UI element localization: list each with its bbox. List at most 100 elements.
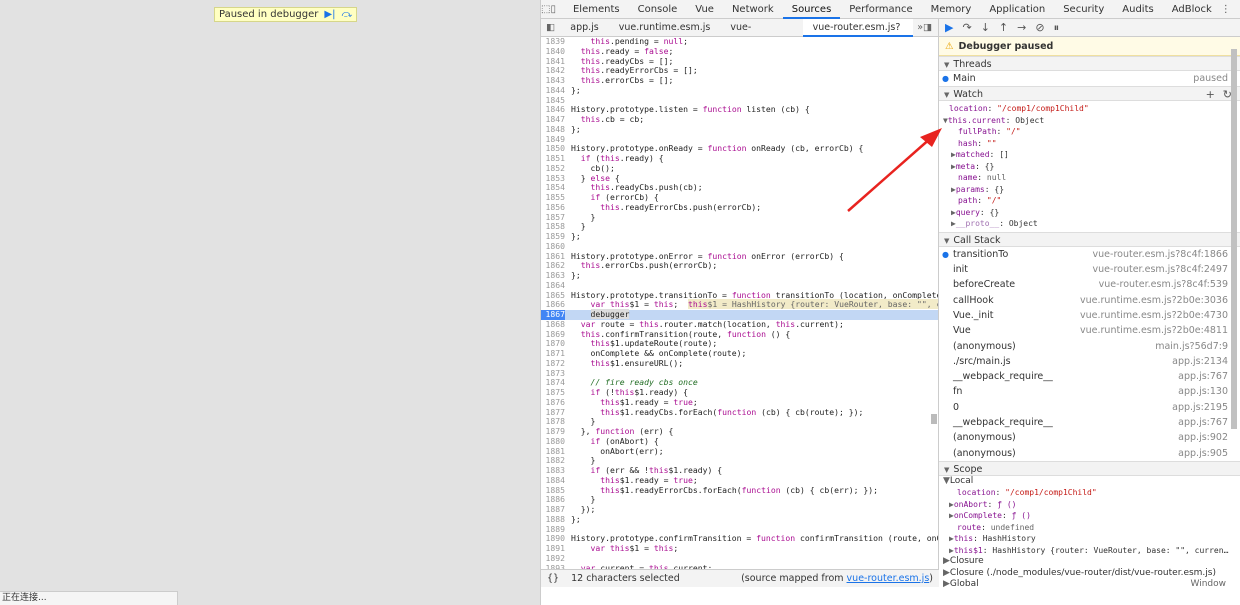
watch-property[interactable]: ▶query: {} [949, 207, 1240, 219]
code-line[interactable]: 1862 this.errorCbs.push(errorCb); [541, 260, 938, 271]
browser-status-bar: 正在连接... [0, 591, 178, 605]
watch-property[interactable]: path: "/" [949, 195, 1240, 207]
file-tabs: app.jsvue.runtime.esm.jsvue-router.esm.j… [560, 18, 914, 51]
file-tab[interactable]: vue.runtime.esm.js [609, 19, 721, 37]
watch-expression[interactable]: ▼this.current: Object [943, 115, 1240, 127]
devtools-tab[interactable]: Elements [564, 0, 629, 19]
call-frame[interactable]: (anonymous) app.js:905 [939, 446, 1240, 461]
deactivate-breakpoints-icon[interactable]: ⊘ [1035, 21, 1044, 34]
device-toolbar-icon[interactable]: ▯ [550, 4, 556, 15]
scope-variable[interactable]: ▶onComplete: ƒ () [943, 510, 1240, 522]
call-frame[interactable]: ./src/main.js app.js:2134 [939, 354, 1240, 369]
devtools-tab[interactable]: Audits [1113, 0, 1162, 19]
call-frame[interactable]: (anonymous) main.js?56d7:9 [939, 339, 1240, 354]
code-text: }; [571, 231, 581, 241]
watch-section-header[interactable]: ▼ Watch + ↻ [939, 86, 1240, 102]
step-over-icon[interactable]: ↷ [962, 21, 971, 34]
devtools-tab[interactable]: AdBlock [1163, 0, 1221, 19]
code-line[interactable]: 1886 } [541, 494, 938, 505]
code-line[interactable]: 1888}; [541, 513, 938, 525]
code-line[interactable]: 1857 } [541, 212, 938, 223]
thread-row[interactable]: ● Main paused [939, 71, 1240, 86]
code-line[interactable]: 1887 }); [541, 504, 938, 515]
toggle-debugger-icon[interactable]: ◨ [923, 22, 938, 33]
code-view[interactable]: 1839 this.pending = null; 1840 this.ready… [541, 37, 938, 585]
scope-variable[interactable]: ▶this$1: HashHistory {router: VueRouter,… [943, 545, 1240, 557]
resume-script-icon[interactable]: ▶ [945, 21, 953, 34]
call-frame[interactable]: callHook vue.runtime.esm.js?2b0e:3036 [939, 293, 1240, 308]
devtools-tab[interactable]: Vue [686, 0, 723, 19]
step-over-icon[interactable]: ⤼ [341, 9, 352, 20]
pretty-print-icon[interactable]: {} [547, 573, 559, 584]
scope-variable[interactable]: ▶this: HashHistory [943, 533, 1240, 545]
scope-section-header[interactable]: ▼ Scope [939, 460, 1240, 476]
scope-variable[interactable]: ▶onAbort: ƒ () [943, 499, 1240, 511]
call-frame[interactable]: beforeCreate vue-router.esm.js?8c4f:539 [939, 277, 1240, 292]
devtools-tab[interactable]: Memory [922, 0, 981, 19]
scope-variable[interactable]: route: undefined [943, 522, 1240, 534]
source-mapped-link[interactable]: vue-router.esm.js [847, 573, 930, 584]
code-line[interactable]: 1881 onAbort(err); [541, 446, 938, 457]
code-line[interactable]: 1847 this.cb = cb; [541, 114, 938, 125]
watch-property[interactable]: name: null [949, 172, 1240, 184]
devtools-tab[interactable]: Application [980, 0, 1054, 19]
call-stack-section-header[interactable]: ▼ Call Stack [939, 231, 1240, 247]
code-text: this.readyErrorCbs.push(errorCb); [600, 201, 762, 212]
call-frame[interactable]: Vue._init vue.runtime.esm.js?2b0e:4730 [939, 308, 1240, 323]
code-line[interactable]: 1858 } [541, 221, 938, 232]
call-frame[interactable]: init vue-router.esm.js?8c4f:2497 [939, 262, 1240, 277]
devtools-tab[interactable]: Performance [840, 0, 921, 19]
devtools-tab[interactable]: Security [1054, 0, 1113, 19]
scope-local[interactable]: ▼Local [943, 476, 1240, 488]
watch-property[interactable]: fullPath: "/" [949, 126, 1240, 138]
devtools-tab[interactable]: Console [629, 0, 687, 19]
code-line[interactable]: 1848}; [541, 124, 938, 135]
code-line[interactable]: 1859}; [541, 231, 938, 242]
code-vertical-scrollbar[interactable] [931, 49, 937, 569]
code-text: }; [571, 513, 581, 524]
devtools-tab[interactable]: Network [723, 0, 783, 19]
code-line[interactable]: 1856 this.readyErrorCbs.push(errorCb); [541, 201, 938, 213]
call-frame[interactable]: fn app.js:130 [939, 384, 1240, 399]
call-frame[interactable]: __webpack_require__ app.js:767 [939, 415, 1240, 430]
threads-section-header[interactable]: ▼ Threads [939, 56, 1240, 71]
code-line[interactable]: 1863}; [541, 270, 938, 281]
devtools-tab[interactable]: Sources [782, 0, 841, 19]
scope-closure-module[interactable]: ▶Closure (./node_modules/vue-router/dist… [943, 568, 1240, 580]
call-frame[interactable]: ● transitionTo vue-router.esm.js?8c4f:1866 [939, 247, 1240, 262]
step-into-icon[interactable]: ↓ [981, 21, 990, 34]
code-line[interactable]: 1844}; [541, 85, 938, 96]
call-frame[interactable]: __webpack_require__ app.js:767 [939, 369, 1240, 384]
code-text: this.errorCbs = []; [580, 75, 674, 85]
code-line[interactable]: 1885 this$1.readyErrorCbs.forEach(functi… [541, 485, 938, 496]
step-out-icon[interactable]: ↑ [999, 21, 1008, 34]
watch-property[interactable]: ▶__proto__: Object [949, 218, 1240, 230]
toggle-navigator-icon[interactable]: ◧ [541, 22, 560, 33]
call-frame[interactable]: Vue vue.runtime.esm.js?2b0e:4811 [939, 323, 1240, 338]
code-line[interactable]: 1872 this$1.ensureURL(); [541, 358, 938, 369]
scope-closure[interactable]: ▶Closure [943, 556, 1240, 568]
file-tab[interactable]: vue-router.esm.js?8c4f✕ [802, 18, 914, 51]
call-frame[interactable]: (anonymous) app.js:902 [939, 430, 1240, 445]
code-line[interactable]: 1877 this$1.readyCbs.forEach(function (c… [541, 407, 938, 418]
call-frame[interactable]: 0 app.js:2195 [939, 400, 1240, 415]
watch-expression[interactable]: location: "/comp1/comp1Child" [949, 103, 1240, 115]
scope-variable[interactable]: location: "/comp1/comp1Child" [943, 487, 1240, 499]
scope-global[interactable]: ▶Global Window [943, 579, 1240, 591]
file-tab[interactable]: app.js [560, 19, 609, 37]
watch-property[interactable]: ▶meta: {} [949, 161, 1240, 173]
sidebar-scrollbar[interactable] [1230, 49, 1238, 429]
sources-status-bar: {} 12 characters selected (source mapped… [541, 569, 939, 587]
watch-property[interactable]: hash: "" [949, 138, 1240, 150]
watch-property[interactable]: ▶matched: [] [949, 149, 1240, 161]
watch-property[interactable]: ▶params: {} [949, 184, 1240, 196]
file-tab[interactable]: vue-router.esm.js [720, 19, 802, 51]
more-tools-icon[interactable]: ⋮ [1221, 4, 1231, 15]
resume-icon[interactable]: ▶| [324, 9, 335, 20]
pause-on-exceptions-icon[interactable]: ⏸ [1054, 21, 1060, 35]
step-icon[interactable]: → [1017, 21, 1026, 34]
code-line[interactable]: 1891 var this$1 = this; [541, 543, 938, 554]
add-watch-icon[interactable]: + [1206, 87, 1215, 102]
inspect-element-icon[interactable]: ⬚ [541, 4, 550, 15]
code-line[interactable]: 1843 this.errorCbs = []; [541, 75, 938, 86]
